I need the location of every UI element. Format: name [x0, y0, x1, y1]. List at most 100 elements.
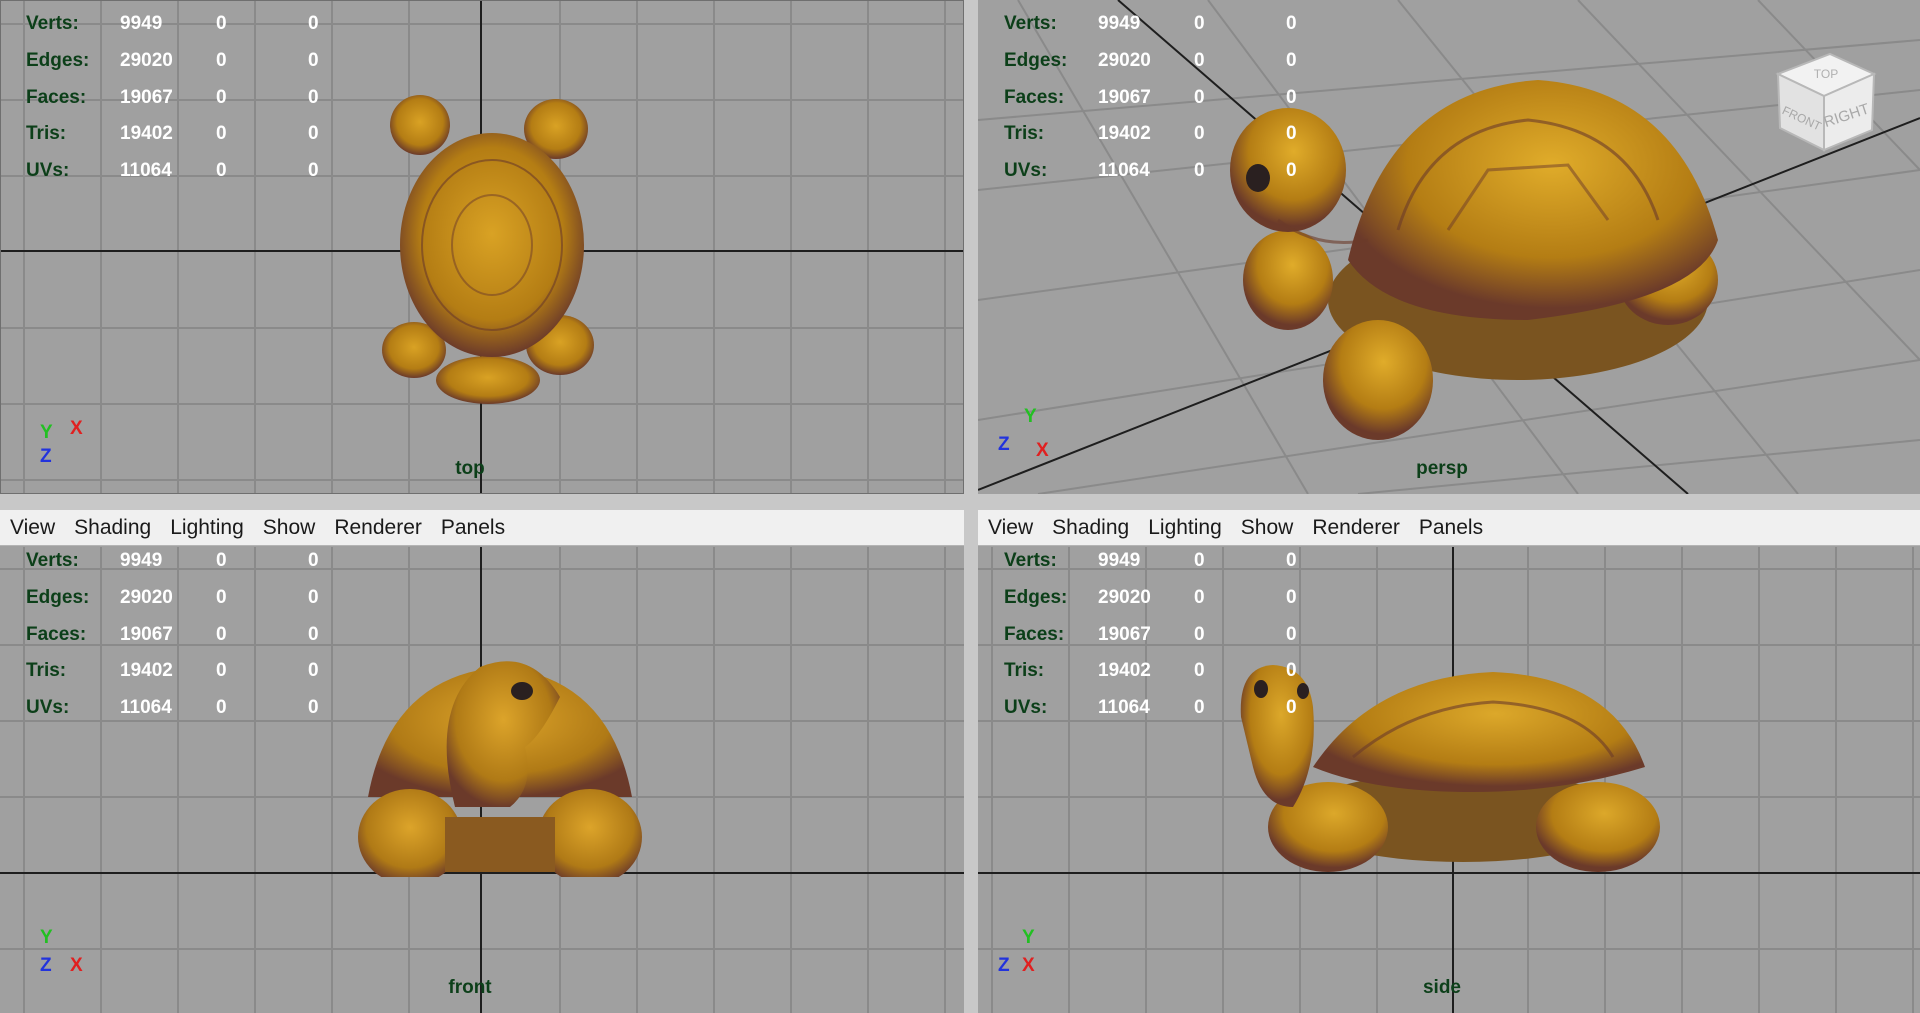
hud-selected: 0	[1194, 123, 1205, 145]
axis-z-label: Z	[40, 446, 52, 467]
hud-label: Verts:	[1004, 13, 1057, 35]
hud-row: Edges: 29020 0 0	[26, 580, 348, 617]
menu-panels[interactable]: Panels	[1419, 516, 1483, 540]
hud-label: UVs:	[1004, 697, 1048, 719]
menu-show[interactable]: Show	[263, 516, 316, 540]
hud-label: Verts:	[26, 550, 79, 572]
viewport-persp[interactable]: TOP FRONT RIGHT Verts: 9949 0 0 Edges: 29020…	[978, 0, 1920, 494]
menu-view[interactable]: View	[988, 516, 1033, 540]
hud-selected: 0	[216, 123, 227, 145]
panel-top[interactable]: Verts: 9949 0 0 Edges: 29020 0 0 Faces: 19067 0 0…	[0, 0, 964, 494]
camera-label-side: side	[1422, 977, 1462, 998]
hud-row: UVs: 11064 0 0	[26, 153, 348, 190]
hud-extra: 0	[1286, 86, 1297, 108]
hud-row: Faces: 19067 0 0	[26, 79, 348, 116]
panel-menubar-side: View Shading Lighting Show Renderer Pane…	[978, 510, 1920, 546]
hud-extra: 0	[308, 550, 319, 572]
viewcube-top-face[interactable]: TOP	[1814, 67, 1838, 81]
hud-selected: 0	[216, 86, 227, 108]
hud-selected: 0	[1194, 86, 1205, 108]
hud-selected: 0	[216, 50, 227, 72]
axis-y-label: Y	[1022, 927, 1035, 948]
hud-rows: Verts: 9949 0 0 Edges: 29020 0 0 Faces: 19067 0 0…	[1004, 543, 1326, 726]
hud-row: Faces: 19067 0 0	[26, 616, 348, 653]
viewport-front[interactable]: Verts: 9949 0 0 Edges: 29020 0 0 Faces: 19067 0 0…	[0, 547, 964, 1013]
menu-shading[interactable]: Shading	[74, 516, 151, 540]
hud-rows: Verts: 9949 0 0 Edges: 29020 0 0 Faces: 19067 0 0…	[26, 6, 348, 189]
axis-z-label: Z	[998, 434, 1010, 455]
hud-selected: 0	[216, 587, 227, 609]
hud-row: Edges: 29020 0 0	[26, 43, 348, 80]
menu-renderer[interactable]: Renderer	[334, 516, 422, 540]
hud-extra: 0	[308, 160, 319, 182]
hud-selected: 0	[1194, 50, 1205, 72]
menu-show[interactable]: Show	[1241, 516, 1294, 540]
hud-row: Tris: 19402 0 0	[1004, 116, 1326, 153]
axis-indicator-persp: Y Z X	[996, 406, 1056, 472]
menu-view[interactable]: View	[10, 516, 55, 540]
hud-stats-persp: Verts: 9949 0 0 Edges: 29020 0 0 Faces: 19067 0 0…	[1004, 6, 1326, 189]
axis-x-label: X	[1036, 440, 1049, 461]
hud-label: Tris:	[1004, 123, 1045, 145]
hud-selected: 0	[1194, 160, 1205, 182]
hud-label: UVs:	[26, 697, 70, 719]
hud-value: 19067	[1098, 86, 1151, 108]
axis-indicator-side: Y Z X	[996, 927, 1056, 991]
hud-value: 19067	[1098, 623, 1151, 645]
hud-rows: Verts: 9949 0 0 Edges: 29020 0 0 Faces: 19067 0 0…	[26, 543, 348, 726]
hud-row: UVs: 11064 0 0	[26, 690, 348, 727]
hud-extra: 0	[308, 623, 319, 645]
hud-value: 11064	[120, 160, 172, 182]
hud-label: Faces:	[26, 86, 87, 108]
menu-lighting[interactable]: Lighting	[1148, 516, 1222, 540]
hud-row: UVs: 11064 0 0	[1004, 690, 1326, 727]
menu-panels[interactable]: Panels	[441, 516, 505, 540]
hud-selected: 0	[1194, 550, 1205, 572]
axis-y-label: Y	[1024, 406, 1037, 427]
hud-label: Edges:	[26, 50, 90, 72]
panel-side[interactable]: View Shading Lighting Show Renderer Pane…	[978, 510, 1920, 1013]
hud-value: 9949	[1098, 550, 1141, 572]
menu-shading[interactable]: Shading	[1052, 516, 1129, 540]
hud-selected: 0	[1194, 660, 1205, 682]
panel-persp[interactable]: TOP FRONT RIGHT Verts: 9949 0 0 Edges: 29020…	[978, 0, 1920, 494]
hud-value: 11064	[120, 697, 172, 719]
hud-extra: 0	[1286, 587, 1297, 609]
menu-lighting[interactable]: Lighting	[170, 516, 244, 540]
hud-value: 19402	[1098, 660, 1151, 682]
hud-rows: Verts: 9949 0 0 Edges: 29020 0 0 Faces: 19067 0 0…	[1004, 6, 1326, 189]
hud-selected: 0	[216, 160, 227, 182]
hud-selected: 0	[1194, 697, 1205, 719]
menu-renderer[interactable]: Renderer	[1312, 516, 1400, 540]
hud-selected: 0	[1194, 623, 1205, 645]
camera-label-top: top	[455, 458, 485, 479]
hud-extra: 0	[308, 587, 319, 609]
hud-extra: 0	[308, 13, 319, 35]
viewport-side[interactable]: Verts: 9949 0 0 Edges: 29020 0 0 Faces: 19067 0 0…	[978, 547, 1920, 1013]
camera-label-persp: persp	[1416, 458, 1468, 479]
hud-stats-side: Verts: 9949 0 0 Edges: 29020 0 0 Faces: 19067 0 0…	[1004, 543, 1326, 726]
hud-row: Verts: 9949 0 0	[26, 6, 348, 43]
hud-row: Faces: 19067 0 0	[1004, 616, 1326, 653]
hud-value: 19067	[120, 86, 173, 108]
turtle-model-front[interactable]	[350, 647, 650, 877]
hud-selected: 0	[1194, 587, 1205, 609]
hud-row: Tris: 19402 0 0	[1004, 653, 1326, 690]
viewcube[interactable]: TOP FRONT RIGHT	[1768, 44, 1880, 156]
hud-label: Edges:	[1004, 587, 1068, 609]
hud-row: Faces: 19067 0 0	[1004, 79, 1326, 116]
axis-y-label: Y	[40, 927, 53, 948]
viewport-top[interactable]: Verts: 9949 0 0 Edges: 29020 0 0 Faces: 19067 0 0…	[0, 0, 964, 494]
hud-selected: 0	[216, 660, 227, 682]
axis-indicator-top: Y X Z	[36, 418, 96, 480]
hud-label: Tris:	[26, 660, 67, 682]
hud-value: 9949	[120, 13, 163, 35]
hud-extra: 0	[308, 86, 319, 108]
hud-value: 19402	[120, 123, 173, 145]
hud-value: 29020	[1098, 50, 1151, 72]
hud-label: Verts:	[26, 13, 79, 35]
hud-extra: 0	[308, 50, 319, 72]
hud-row: Tris: 19402 0 0	[26, 116, 348, 153]
turtle-model-top[interactable]	[380, 95, 600, 405]
panel-front[interactable]: View Shading Lighting Show Renderer Pane…	[0, 510, 964, 1013]
